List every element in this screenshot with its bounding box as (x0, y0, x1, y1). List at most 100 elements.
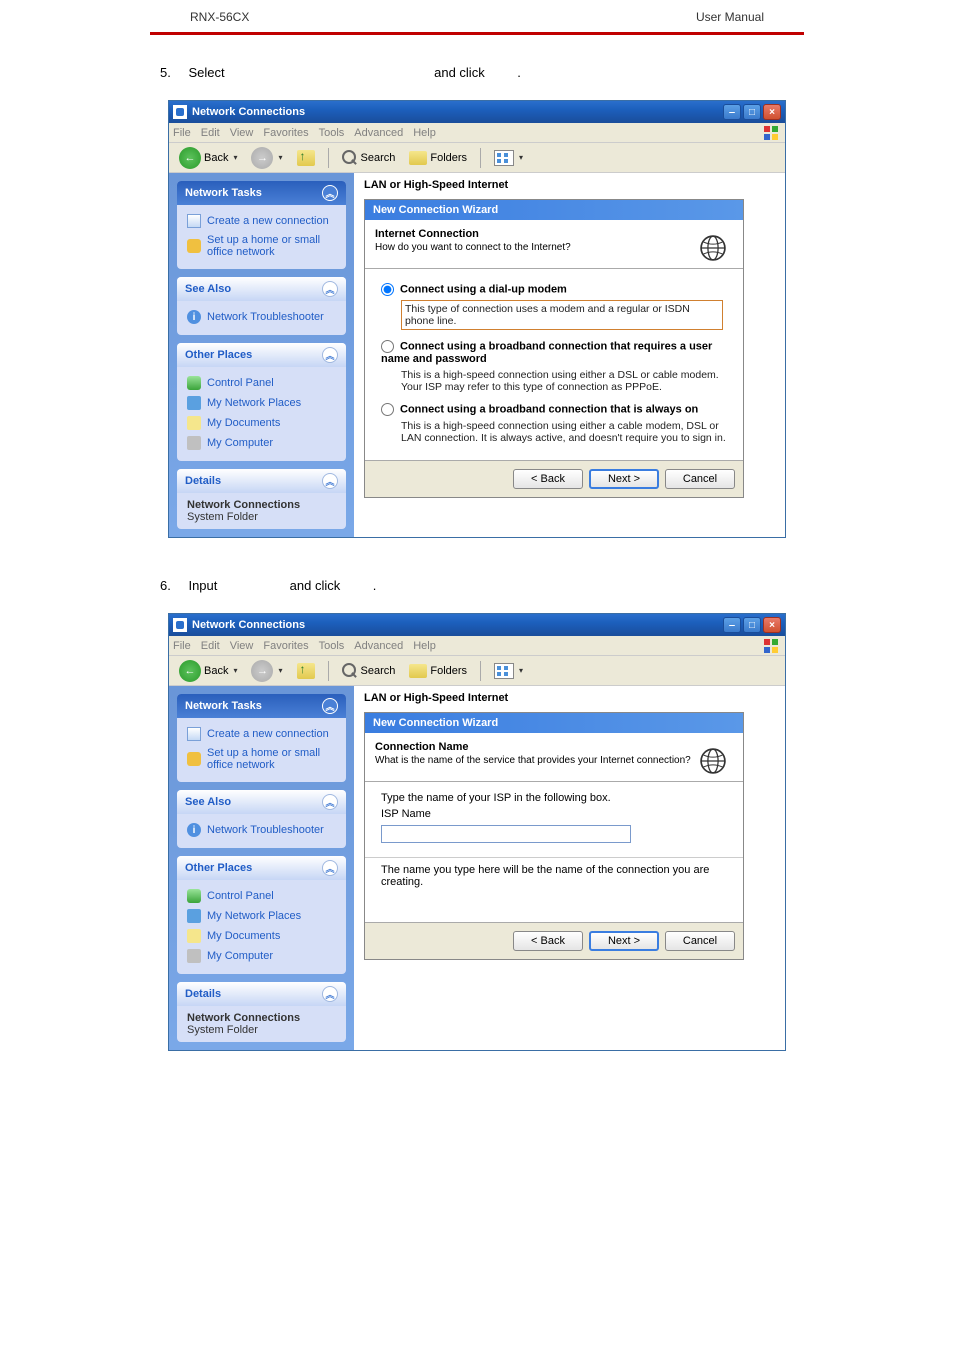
back-button[interactable]: < Back (513, 931, 583, 951)
collapse-icon[interactable]: ︽ (322, 986, 338, 1002)
panel-header[interactable]: Details ︽ (177, 469, 346, 493)
folders-button[interactable]: Folders (405, 660, 471, 682)
menu-view[interactable]: View (230, 640, 254, 652)
menu-file[interactable]: File (173, 127, 191, 139)
collapse-icon[interactable]: ︽ (322, 185, 338, 201)
forward-button[interactable]: →▾ (247, 660, 286, 682)
info-icon: i (187, 823, 201, 837)
forward-button[interactable]: →▾ (247, 147, 286, 169)
control-panel-icon (187, 376, 201, 390)
back-button[interactable]: < Back (513, 469, 583, 489)
maximize-button[interactable]: □ (743, 617, 761, 633)
task-create-connection[interactable]: Create a new connection (187, 211, 336, 231)
link-my-documents[interactable]: My Documents (187, 413, 336, 433)
collapse-icon[interactable]: ︽ (322, 860, 338, 876)
task-setup-network[interactable]: Set up a home or small office network (187, 231, 336, 261)
menu-edit[interactable]: Edit (201, 127, 220, 139)
main-pane: LAN or High-Speed Internet New Connectio… (354, 686, 785, 1050)
panel-header[interactable]: Details ︽ (177, 982, 346, 1006)
titlebar[interactable]: Network Connections ‒ □ × (169, 101, 785, 123)
menu-advanced[interactable]: Advanced (354, 127, 403, 139)
details-name: Network Connections (187, 499, 336, 511)
details-name: Network Connections (187, 1012, 336, 1024)
menu-edit[interactable]: Edit (201, 640, 220, 652)
next-button[interactable]: Next > (589, 931, 659, 951)
titlebar[interactable]: Network Connections ‒ □ × (169, 614, 785, 636)
toolbar-separator (480, 661, 481, 681)
cancel-button[interactable]: Cancel (665, 469, 735, 489)
cancel-button[interactable]: Cancel (665, 931, 735, 951)
panel-header[interactable]: See Also ︽ (177, 277, 346, 301)
search-button[interactable]: Search (338, 660, 400, 682)
window-title: Network Connections (192, 619, 723, 631)
details-panel: Details ︽ Network Connections System Fol… (177, 469, 346, 529)
close-button[interactable]: × (763, 617, 781, 633)
collapse-icon[interactable]: ︽ (322, 473, 338, 489)
radio-broadband-always-input[interactable] (381, 403, 394, 416)
menu-tools[interactable]: Tools (319, 127, 345, 139)
menu-favorites[interactable]: Favorites (263, 640, 308, 652)
link-network-places[interactable]: My Network Places (187, 393, 336, 413)
radio-dialup-input[interactable] (381, 283, 394, 296)
isp-name-input[interactable] (381, 825, 631, 843)
menu-favorites[interactable]: Favorites (263, 127, 308, 139)
link-control-panel[interactable]: Control Panel (187, 886, 336, 906)
up-button[interactable] (293, 147, 319, 169)
other-places-panel: Other Places ︽ Control Panel My Network … (177, 343, 346, 461)
panel-header[interactable]: Other Places ︽ (177, 856, 346, 880)
collapse-icon[interactable]: ︽ (322, 794, 338, 810)
wizard-subtitle: Internet Connection (375, 228, 693, 240)
menu-tools[interactable]: Tools (319, 640, 345, 652)
menu-advanced[interactable]: Advanced (354, 640, 403, 652)
link-my-computer[interactable]: My Computer (187, 946, 336, 966)
panel-header[interactable]: Network Tasks ︽ (177, 181, 346, 205)
radio-broadband-always[interactable]: Connect using a broadband connection tha… (381, 399, 727, 418)
panel-header[interactable]: Other Places ︽ (177, 343, 346, 367)
forward-arrow-icon: → (251, 660, 273, 682)
side-pane: Network Tasks ︽ Create a new connection … (169, 173, 354, 537)
collapse-icon[interactable]: ︽ (322, 347, 338, 363)
other-places-panel: Other Places ︽ Control Panel My Network … (177, 856, 346, 974)
back-button[interactable]: ← Back▾ (175, 147, 241, 169)
link-troubleshooter[interactable]: iNetwork Troubleshooter (187, 820, 336, 840)
link-my-documents[interactable]: My Documents (187, 926, 336, 946)
menu-help[interactable]: Help (413, 127, 436, 139)
documents-icon (187, 929, 201, 943)
minimize-button[interactable]: ‒ (723, 617, 741, 633)
back-button[interactable]: ← Back▾ (175, 660, 241, 682)
toolbar-separator (328, 661, 329, 681)
header-left: RNX-56CX (190, 10, 249, 24)
task-setup-network[interactable]: Set up a home or small office network (187, 744, 336, 774)
menu-view[interactable]: View (230, 127, 254, 139)
menu-help[interactable]: Help (413, 640, 436, 652)
network-connections-window-2: Network Connections ‒ □ × File Edit View… (168, 613, 786, 1051)
collapse-icon[interactable]: ︽ (322, 281, 338, 297)
see-also-panel: See Also ︽ iNetwork Troubleshooter (177, 790, 346, 848)
next-button[interactable]: Next > (589, 469, 659, 489)
link-troubleshooter[interactable]: iNetwork Troubleshooter (187, 307, 336, 327)
isp-name-label: ISP Name (381, 808, 727, 820)
views-button[interactable]: ▾ (490, 147, 527, 169)
minimize-button[interactable]: ‒ (723, 104, 741, 120)
up-button[interactable] (293, 660, 319, 682)
back-arrow-icon: ← (179, 660, 201, 682)
link-control-panel[interactable]: Control Panel (187, 373, 336, 393)
info-icon: i (187, 310, 201, 324)
link-network-places[interactable]: My Network Places (187, 906, 336, 926)
collapse-icon[interactable]: ︽ (322, 698, 338, 714)
folders-button[interactable]: Folders (405, 147, 471, 169)
menu-file[interactable]: File (173, 640, 191, 652)
panel-header[interactable]: See Also ︽ (177, 790, 346, 814)
close-button[interactable]: × (763, 104, 781, 120)
radio-dialup[interactable]: Connect using a dial-up modem (381, 279, 727, 298)
views-button[interactable]: ▾ (490, 660, 527, 682)
search-icon (342, 150, 358, 166)
radio-broadband-auth[interactable]: Connect using a broadband connection tha… (381, 336, 727, 367)
panel-header[interactable]: Network Tasks ︽ (177, 694, 346, 718)
maximize-button[interactable]: □ (743, 104, 761, 120)
search-button[interactable]: Search (338, 147, 400, 169)
task-create-connection[interactable]: Create a new connection (187, 724, 336, 744)
link-my-computer[interactable]: My Computer (187, 433, 336, 453)
step6-text: 6. Input and click . (160, 578, 794, 593)
radio-broadband-auth-input[interactable] (381, 340, 394, 353)
